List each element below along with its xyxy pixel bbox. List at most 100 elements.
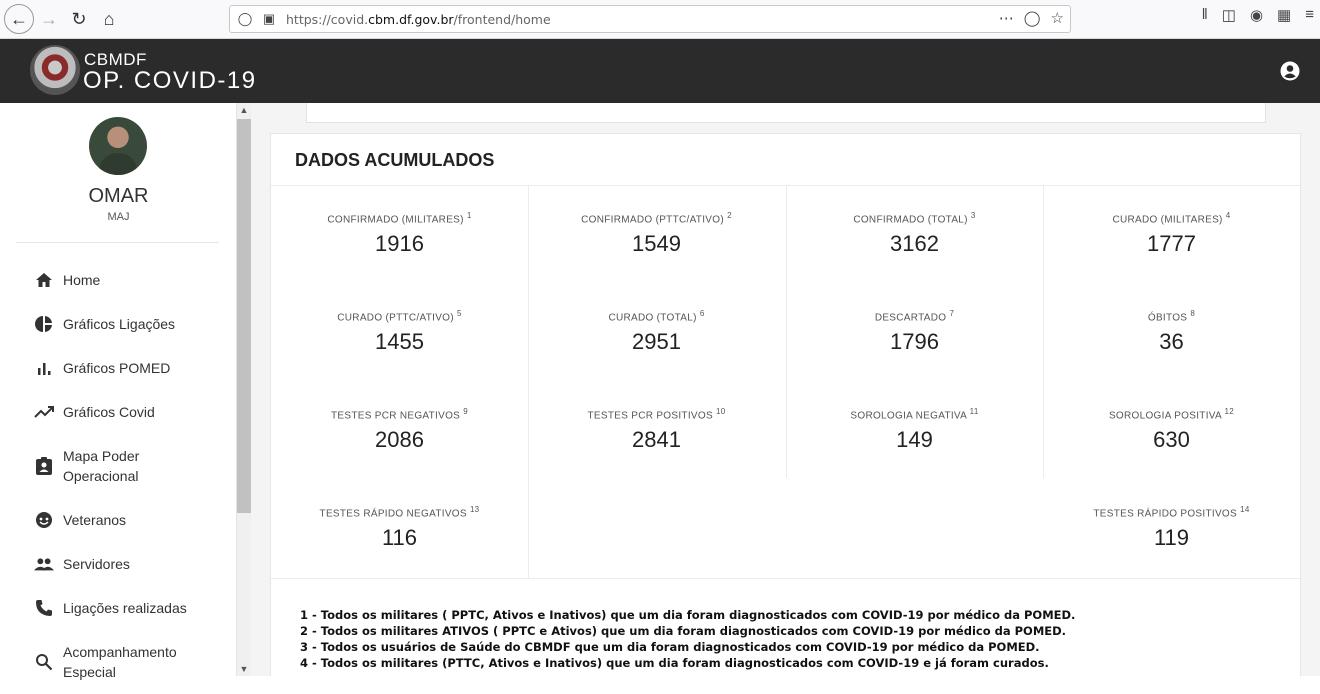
sidebar-item-home[interactable]: Home: [0, 258, 237, 302]
scroll-up-arrow-icon[interactable]: ▲: [237, 105, 251, 115]
sidebar-item-veteranos[interactable]: Veteranos: [0, 498, 237, 542]
sidebar-item-acompanhamento-especial[interactable]: Acompanhamento Especial: [0, 630, 237, 694]
home-button[interactable]: ⌂: [94, 4, 124, 34]
footnotes: 1 - Todos os militares ( PPTC, Ativos e …: [300, 607, 1075, 671]
stat-testes-rapido-positivos: TESTES RÁPIDO POSITIVOS 14 119: [1043, 480, 1300, 578]
brand-title[interactable]: OP. COVID-19: [83, 67, 257, 95]
sidebar-item-graficos-pomed[interactable]: Gráficos POMED: [0, 346, 237, 390]
main-content: DADOS ACUMULADOS CONFIRMADO (MILITARES) …: [251, 103, 1320, 676]
face-icon: [34, 510, 54, 530]
lock-icon[interactable]: ▣: [260, 11, 278, 27]
stat-confirmado-pttc-ativo: CONFIRMADO (PTTC/ATIVO) 2 1549: [528, 186, 785, 284]
page-actions-icon[interactable]: ⋯: [999, 9, 1014, 27]
stat-ref: 14: [1240, 505, 1250, 514]
bookmark-star-icon[interactable]: ☆: [1051, 9, 1064, 27]
sidebar-item-mapa-poder-operacional[interactable]: Mapa Poder Operacional: [0, 434, 237, 498]
stat-confirmado-total: CONFIRMADO (TOTAL) 3 3162: [786, 186, 1043, 284]
user-account-icon[interactable]: [1280, 61, 1300, 81]
stat-obitos: ÓBITOS 8 36: [1043, 284, 1300, 382]
stat-value: 36: [1159, 329, 1184, 355]
stat-label: CURADO (PTTC/ATIVO): [337, 312, 454, 324]
stat-label: CURADO (MILITARES): [1112, 214, 1223, 226]
stat-label: TESTES PCR NEGATIVOS: [330, 410, 461, 422]
stat-value: 119: [1153, 525, 1190, 551]
stat-ref: 2: [727, 211, 732, 220]
stat-value: 149: [896, 427, 933, 453]
scroll-down-arrow-icon[interactable]: ▼: [237, 664, 251, 674]
sidebar: OMAR MAJ Home Gráficos Ligações Gráficos…: [0, 103, 237, 680]
stat-label: CURADO (TOTAL): [608, 312, 697, 324]
back-button[interactable]: ←: [4, 4, 34, 34]
url-text: https://covid.cbm.df.gov.br/frontend/hom…: [286, 11, 551, 27]
phone-icon: [34, 598, 54, 618]
stat-confirmado-militares: CONFIRMADO (MILITARES) 1 1916: [271, 186, 528, 284]
pocket-icon[interactable]: ◯: [1024, 9, 1041, 27]
stat-ref: 8: [1190, 309, 1196, 318]
stat-descartado: DESCARTADO 7 1796: [786, 284, 1043, 382]
stat-ref: 6: [699, 309, 705, 318]
stat-ref: 12: [1224, 407, 1235, 416]
sidebar-item-graficos-covid[interactable]: Gráficos Covid: [0, 390, 237, 434]
app-header: CBMDF OP. COVID-19: [0, 39, 1320, 103]
sidebar-item-label: Acompanhamento Especial: [63, 644, 177, 680]
sidebar-scrollbar[interactable]: ▲ ▼: [237, 103, 251, 676]
stat-value: 1549: [632, 231, 681, 257]
stat-value: 1796: [890, 329, 939, 355]
sidebar-item-graficos-ligacoes[interactable]: Gráficos Ligações: [0, 302, 237, 346]
stat-value: 630: [1153, 427, 1190, 453]
home-icon: [34, 270, 54, 290]
stat-label: SOROLOGIA NEGATIVA: [850, 410, 967, 422]
sidebar-menu: Home Gráficos Ligações Gráficos POMED Gr…: [0, 258, 237, 694]
stat-ref: 13: [469, 505, 480, 514]
people-icon: [34, 554, 54, 574]
badge-icon: [34, 456, 54, 476]
user-name: OMAR: [88, 185, 149, 207]
stat-value: 116: [381, 525, 418, 551]
card-title: DADOS ACUMULADOS: [295, 150, 495, 170]
sidebar-item-label: Servidores: [63, 556, 130, 572]
stat-testes-rapido-negativos: TESTES RÁPIDO NEGATIVOS 13 116: [271, 480, 528, 578]
stat-curado-pttc-ativo: CURADO (PTTC/ATIVO) 5 1455: [271, 284, 528, 382]
extension-icon[interactable]: ▦: [1277, 6, 1291, 24]
sidebar-item-label: Home: [63, 272, 101, 288]
sidebar-item-ligacoes-realizadas[interactable]: Ligações realizadas: [0, 586, 237, 630]
stat-label: TESTES PCR POSITIVOS: [587, 410, 713, 422]
browser-toolbar: ← → ↻ ⌂ ◯ ▣ https://covid.cbm.df.gov.br/…: [0, 0, 1320, 39]
stat-value: 1455: [375, 329, 424, 355]
address-bar[interactable]: ◯ ▣ https://covid.cbm.df.gov.br/frontend…: [229, 5, 1071, 33]
stat-ref: 3: [970, 211, 976, 220]
reload-button[interactable]: ↻: [64, 4, 94, 34]
sidebar-item-label: Gráficos POMED: [63, 360, 171, 376]
sidebar-item-servidores[interactable]: Servidores: [0, 542, 237, 586]
account-icon[interactable]: ◉: [1250, 6, 1263, 24]
stat-ref: 5: [456, 309, 462, 318]
footnote: 4 - Todos os militares (PTTC, Ativos e I…: [300, 656, 1049, 670]
bar-chart-icon: [34, 358, 54, 378]
stat-value: 3162: [890, 231, 939, 257]
sidebar-toggle-icon[interactable]: ◫: [1222, 6, 1236, 24]
dados-acumulados-card: DADOS ACUMULADOS CONFIRMADO (MILITARES) …: [270, 133, 1302, 676]
divider: [16, 242, 219, 243]
shield-icon[interactable]: ◯: [236, 11, 254, 27]
cbmdf-logo[interactable]: [30, 45, 80, 95]
forward-button[interactable]: →: [34, 4, 64, 34]
stat-label: CONFIRMADO (TOTAL): [853, 214, 968, 226]
stat-ref: 7: [949, 309, 955, 318]
stat-label: CONFIRMADO (PTTC/ATIVO): [581, 214, 724, 226]
divider: [271, 578, 1302, 579]
previous-card: [306, 103, 1266, 123]
stat-ref: 4: [1225, 211, 1231, 220]
stat-ref: 1: [466, 211, 472, 220]
scrollbar-thumb[interactable]: [237, 119, 251, 513]
avatar: [89, 117, 147, 175]
stat-value: 1916: [375, 231, 424, 257]
footnote: 1 - Todos os militares ( PPTC, Ativos e …: [300, 608, 1076, 622]
library-icon[interactable]: ‖: [1202, 6, 1208, 24]
stat-sorologia-positiva: SOROLOGIA POSITIVA 12 630: [1043, 382, 1300, 480]
stat-ref: 9: [463, 407, 468, 416]
stat-label: ÓBITOS: [1147, 312, 1188, 324]
stat-testes-pcr-negativos: TESTES PCR NEGATIVOS 9 2086: [271, 382, 528, 480]
trending-up-icon: [34, 402, 54, 422]
search-icon: [34, 652, 54, 672]
menu-icon[interactable]: ≡: [1305, 6, 1314, 24]
